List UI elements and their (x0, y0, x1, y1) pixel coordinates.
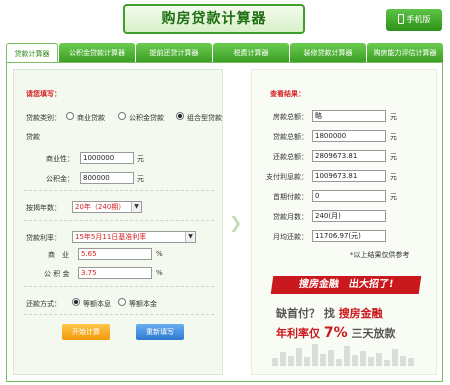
page-title: 购房贷款计算器 (123, 4, 305, 34)
rate-select-value: 15年5月11日基准利率 (75, 233, 147, 241)
loan-type-fund-label: 公积金贷款 (129, 114, 164, 122)
mobile-version-label: 手机版 (406, 15, 431, 24)
input-section-title: 请您填写： (26, 90, 61, 98)
tab-decoration-loan-calculator[interactable]: 装修贷款计算器 (290, 43, 366, 63)
result-note: *以上结果仅供参考 (350, 251, 410, 259)
city-skyline-image (272, 342, 420, 366)
ad-line-2-c: 三天放款 (351, 327, 396, 340)
fund-amount-label: 公积金： (46, 175, 74, 183)
repay-equal-principal-label: 等额本金 (129, 300, 157, 308)
tab-prepayment-calculator[interactable]: 提前还贷计算器 (136, 43, 212, 63)
reset-button[interactable]: 重新填写 (136, 324, 184, 340)
ad-line-2-b: 7% (323, 325, 348, 341)
ad-line-1-a: 缺首付？ (276, 307, 320, 320)
chevron-down-icon: ▼ (131, 202, 141, 212)
repay-method-label: 还款方式： (26, 300, 61, 308)
result-monthly: 11706.97(元) (312, 230, 386, 242)
rate-select[interactable]: 15年5月11日基准利率 ▼ (72, 231, 196, 243)
loan-type-commercial-radio[interactable] (66, 112, 74, 120)
ad-line-1[interactable]: 缺首付？ 找 搜房金融 (276, 305, 383, 321)
fund-unit: 元 (137, 175, 144, 183)
fund-rate-input[interactable]: 3.75 (78, 267, 152, 279)
phone-icon (397, 14, 404, 24)
result-months: 240(月) (312, 210, 386, 222)
term-select[interactable]: 20年（240期） ▼ (72, 201, 142, 213)
loan-type-commercial-label: 商业贷款 (77, 114, 105, 122)
term-select-value: 20年（240期） (75, 203, 126, 211)
calculator-tabs: 贷款计算器 公积金贷款计算器 提前还贷计算器 税费计算器 装修贷款计算器 购房能… (6, 43, 443, 63)
chevron-right-icon: ❯ (229, 213, 243, 232)
loan-type-label: 贷款类别： (26, 114, 61, 122)
divider (24, 220, 214, 221)
tab-affordability-calculator[interactable]: 购房能力评估计算器 (367, 43, 443, 63)
result-loan-total: 1800000 (312, 130, 386, 142)
result-label-months: 贷款月数： (273, 213, 308, 221)
repay-equal-installment-label: 等额本息 (83, 300, 111, 308)
commercial-amount-label: 商业性： (46, 155, 74, 163)
loan-type-fund-radio[interactable] (118, 112, 126, 120)
divider (24, 314, 214, 315)
result-down-payment: 0 (312, 190, 386, 202)
input-form: 请您填写： 贷款类别： 商业贷款 公积金贷款 组合型贷款 贷款 商业性： 100… (13, 69, 223, 375)
ad-line-1-c: 搜房金融 (338, 307, 383, 320)
result-repay-total: 2809673.81 (312, 150, 386, 162)
fund-amount-input[interactable]: 800000 (80, 172, 134, 184)
repay-equal-installment-radio[interactable] (72, 298, 80, 306)
result-label-monthly: 月均还款： (273, 233, 308, 241)
commercial-rate-percent: % (156, 250, 163, 258)
result-unit: 元 (390, 113, 397, 121)
tab-tax-calculator[interactable]: 税费计算器 (213, 43, 289, 63)
calculator-panel: 请您填写： 贷款类别： 商业贷款 公积金贷款 组合型贷款 贷款 商业性： 100… (6, 62, 443, 382)
ad-line-1-b: 找 (323, 307, 335, 320)
chevron-down-icon: ▼ (185, 232, 195, 242)
ad-line-2-a: 年利率仅 (276, 327, 320, 340)
tab-fund-loan-calculator[interactable]: 公积金贷款计算器 (59, 43, 135, 63)
ad-line-2[interactable]: 年利率仅 7% 三天放款 (276, 325, 395, 341)
divider (24, 286, 214, 287)
loan-type-combined-radio[interactable] (176, 112, 184, 120)
commercial-rate-input[interactable]: 5.65 (78, 248, 152, 260)
commercial-amount-input[interactable]: 1000000 (80, 152, 134, 164)
results-section-title: 查看结果： (270, 90, 305, 98)
result-unit: 元 (390, 153, 397, 161)
commercial-rate-label: 商 业 (48, 251, 69, 259)
result-unit: 元 (390, 193, 397, 201)
fund-rate-label: 公 积 金 (44, 270, 70, 278)
divider (24, 190, 214, 191)
result-label-interest: 支付利息款： (266, 173, 308, 181)
result-unit: 元 (390, 173, 397, 181)
rate-label: 贷款利率： (26, 234, 61, 242)
repay-equal-principal-radio[interactable] (118, 298, 126, 306)
calculate-button[interactable]: 开始计算 (62, 324, 110, 340)
result-house-price: 略 (312, 110, 386, 122)
fund-rate-percent: % (156, 269, 163, 277)
result-unit: 元 (390, 133, 397, 141)
term-label: 按揭年数： (26, 204, 61, 212)
loan-type-combined-label: 组合型贷款 (187, 114, 222, 122)
result-label-house-price: 房款总额： (273, 113, 308, 121)
ad-banner[interactable]: 搜房金融 出大招了! (270, 276, 422, 294)
tab-loan-calculator[interactable]: 贷款计算器 (6, 43, 58, 63)
result-interest: 1009673.81 (312, 170, 386, 182)
commercial-unit: 元 (137, 155, 144, 163)
mobile-version-button[interactable]: 手机版 (386, 9, 442, 31)
results-panel: 查看结果： 房款总额： 略 元 贷款总额： 1800000 元 还款总额： 28… (251, 69, 437, 375)
result-label-repay-total: 还款总额： (273, 153, 308, 161)
result-label-down-payment: 首期付款： (273, 193, 308, 201)
loan-type-tail-label: 贷款 (26, 133, 40, 141)
result-label-loan-total: 贷款总额： (273, 133, 308, 141)
